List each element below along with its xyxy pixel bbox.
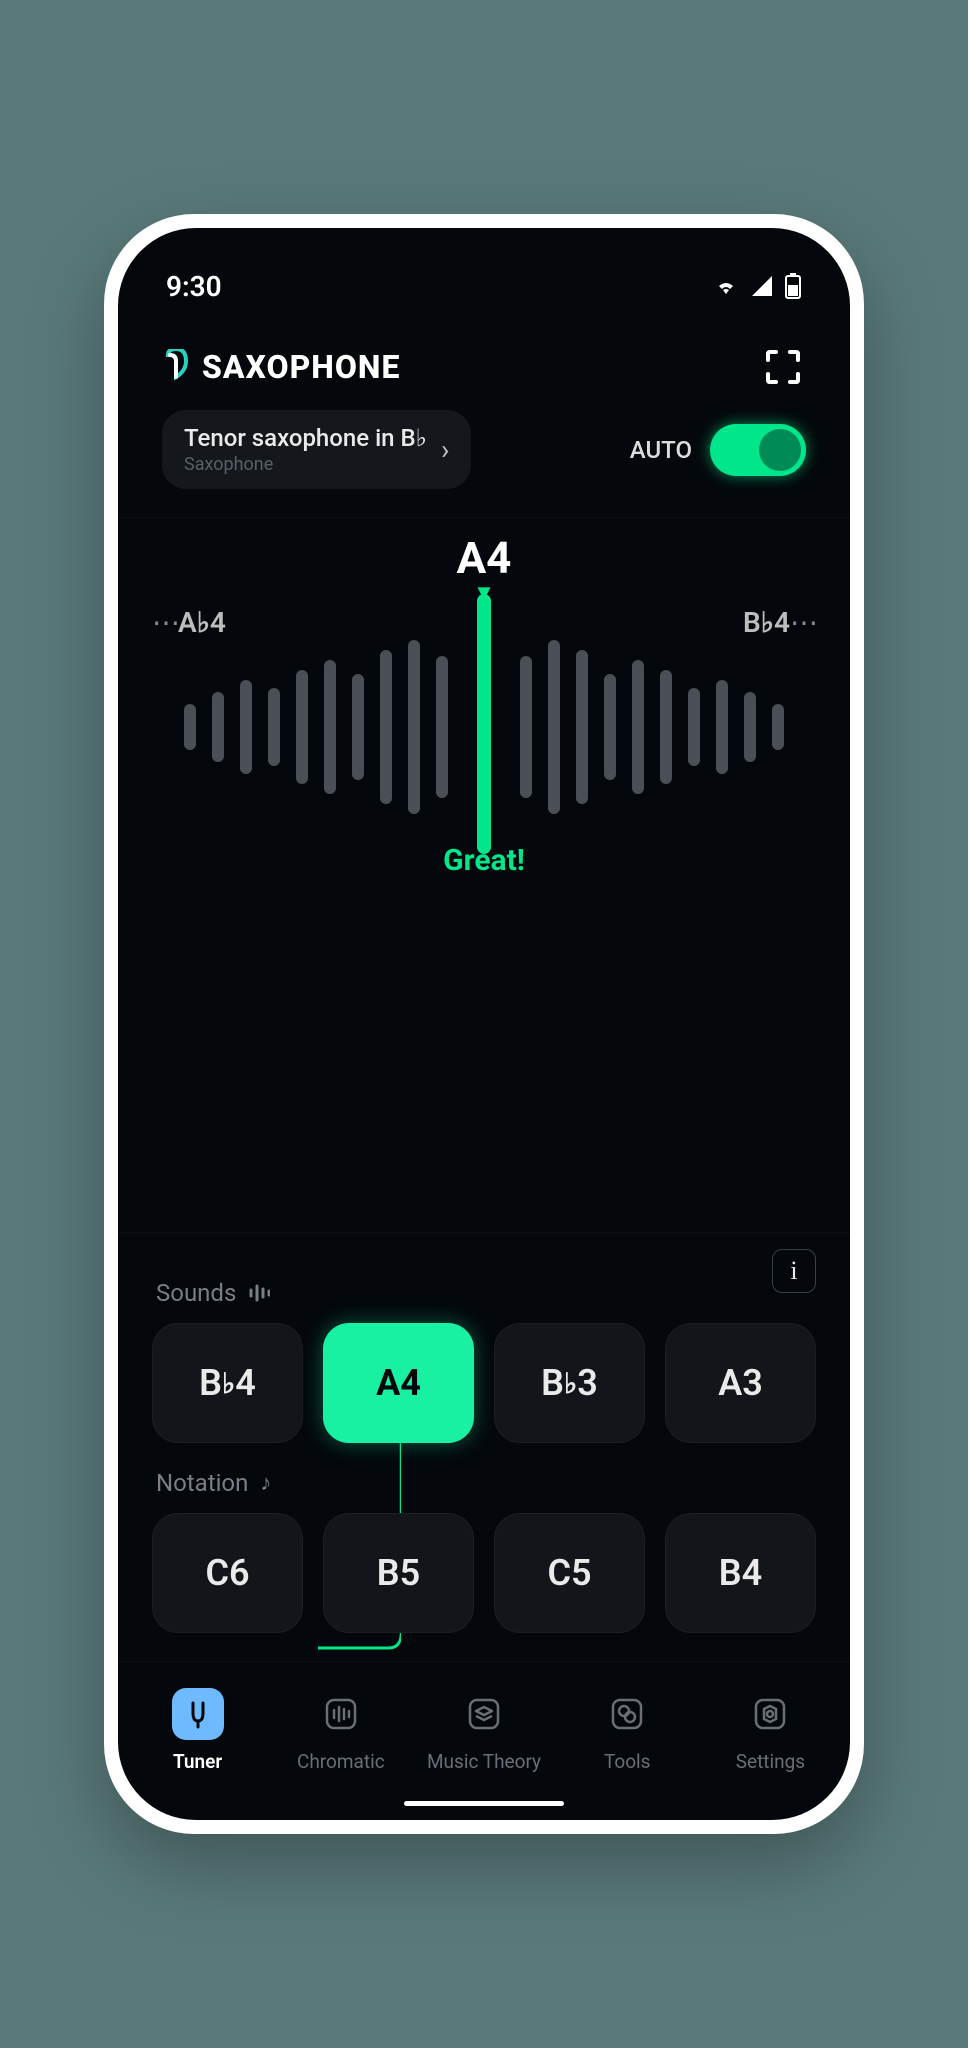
tuner-display: A4 ▼ ⋯ A♭4 B♭4 ⋯ (118, 517, 850, 1057)
sounds-label: Sounds (156, 1279, 236, 1307)
auto-toggle-group: AUTO (630, 424, 806, 476)
notation-pitch-C6[interactable]: C6 (152, 1513, 303, 1633)
signal-icon (750, 276, 774, 296)
auto-label: AUTO (630, 436, 692, 464)
nav-item-music-theory[interactable]: Music Theory (412, 1688, 555, 1773)
tuner-icon (172, 1688, 224, 1740)
notation-pitch-B4[interactable]: B4 (665, 1513, 816, 1633)
fullscreen-button[interactable] (760, 344, 806, 390)
nav-label: Tools (604, 1750, 651, 1773)
tools-icon (601, 1688, 653, 1740)
notation-label: Notation (156, 1469, 248, 1497)
soundwave-icon (248, 1284, 270, 1302)
status-bar: 9:30 (118, 228, 850, 308)
instrument-name: Tenor saxophone in B♭ (184, 424, 427, 452)
nav-label: Settings (736, 1750, 805, 1773)
info-button[interactable]: i (772, 1249, 816, 1293)
notation-pitch-C5[interactable]: C5 (494, 1513, 645, 1633)
note-icon: ♪ (260, 1470, 271, 1496)
battery-icon (784, 273, 802, 299)
nav-item-chromatic[interactable]: Chromatic (269, 1688, 412, 1773)
settings-icon (744, 1688, 796, 1740)
notation-label-row: Notation ♪ (156, 1469, 812, 1497)
home-indicator (404, 1801, 564, 1806)
pitch-section: i Sounds B♭4A4B♭3A3 Notation ♪ C6B5C5B4 (118, 1232, 850, 1633)
current-note: A4 (152, 532, 816, 584)
wifi-icon (712, 276, 740, 296)
screen: 9:30 SAXOPHONE (118, 228, 850, 1820)
sounds-grid: B♭4A4B♭3A3 (152, 1323, 816, 1443)
sounds-label-row: Sounds (156, 1279, 812, 1307)
selector-row: Tenor saxophone in B♭ Saxophone › AUTO (118, 410, 850, 517)
app-header: SAXOPHONE (118, 308, 850, 410)
app-title: SAXOPHONE (202, 348, 400, 386)
device-frame: 9:30 SAXOPHONE (104, 214, 864, 1834)
sounds-pitch-B♭4[interactable]: B♭4 (152, 1323, 303, 1443)
nav-item-tuner[interactable]: Tuner (126, 1688, 269, 1773)
info-icon: i (790, 1256, 797, 1286)
sounds-pitch-A4[interactable]: A4 (323, 1323, 474, 1443)
pitch-meter (152, 589, 816, 859)
bottom-nav: Tuner Chromatic Music Theory Tools Settings (118, 1661, 850, 1791)
chromatic-icon (315, 1688, 367, 1740)
app-branding: SAXOPHONE (162, 348, 400, 386)
nav-label: Tuner (173, 1750, 222, 1773)
auto-toggle[interactable] (710, 424, 806, 476)
app-logo-icon (162, 349, 194, 385)
instrument-selector[interactable]: Tenor saxophone in B♭ Saxophone › (162, 410, 471, 489)
status-icons (712, 273, 802, 299)
music-theory-icon (458, 1688, 510, 1740)
notation-grid: C6B5C5B4 (152, 1513, 816, 1633)
nav-item-settings[interactable]: Settings (699, 1688, 842, 1773)
nav-label: Chromatic (297, 1750, 385, 1773)
notation-pitch-B5[interactable]: B5 (323, 1513, 474, 1633)
chevron-right-icon: › (441, 433, 449, 466)
status-time: 9:30 (166, 270, 222, 303)
sounds-pitch-A3[interactable]: A3 (665, 1323, 816, 1443)
nav-label: Music Theory (427, 1750, 541, 1773)
toggle-knob (759, 429, 801, 471)
meter-graphic (164, 584, 804, 864)
sounds-pitch-B♭3[interactable]: B♭3 (494, 1323, 645, 1443)
fullscreen-icon (764, 348, 802, 386)
nav-item-tools[interactable]: Tools (556, 1688, 699, 1773)
instrument-category: Saxophone (184, 454, 427, 475)
